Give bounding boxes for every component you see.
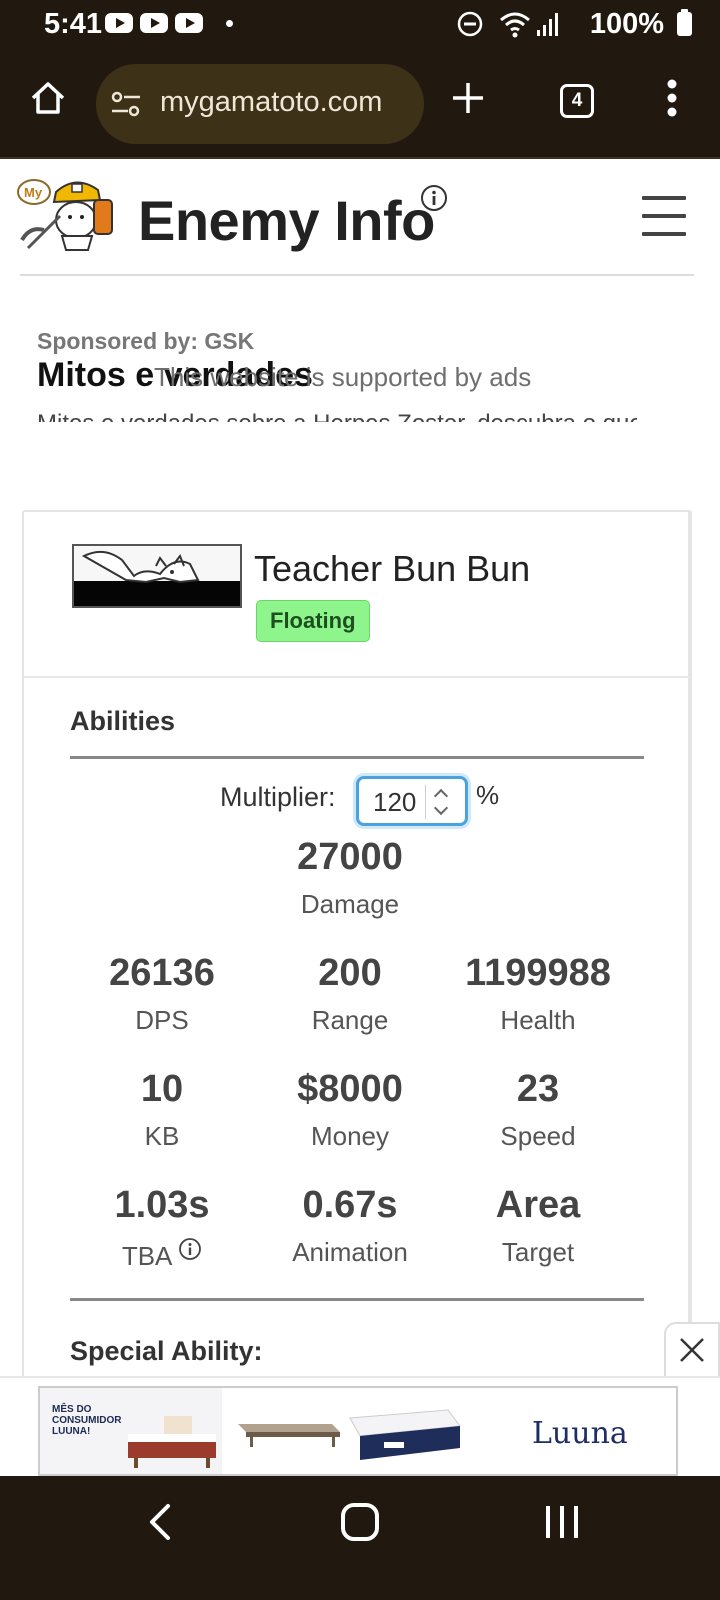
tab-switcher-button[interactable]: 4 <box>560 84 594 118</box>
signal-icon <box>537 13 558 36</box>
do-not-disturb-icon <box>457 11 483 37</box>
stat-label: Speed <box>500 1121 576 1151</box>
youtube-notification-icon <box>105 13 133 33</box>
ad-promo-panel: MÊS DO CONSUMIDOR LUUNA! <box>40 1388 222 1474</box>
ad-snippet: Mitos e verdades sobre a Herpes Zoster, … <box>37 410 637 422</box>
multiplier-label: Multiplier: <box>220 782 336 812</box>
more-notifications-icon <box>226 20 233 27</box>
enemy-name: Teacher Bun Bun <box>254 548 531 589</box>
stat-target: Area Target <box>438 1184 638 1268</box>
stat-damage: 27000 Damage <box>250 836 450 920</box>
more-vert-icon <box>667 79 677 117</box>
home-icon <box>31 82 65 114</box>
stat-value: 27000 <box>297 836 403 878</box>
percent-sign: % <box>476 780 500 810</box>
stat-health: 1199988 Health <box>438 952 638 1036</box>
bed-image <box>128 1416 216 1468</box>
site-menu-button[interactable] <box>642 196 686 236</box>
stat-speed: 23 Speed <box>438 1068 638 1152</box>
battery-icon <box>677 9 692 36</box>
menu-line <box>642 214 686 218</box>
stat-tba: 1.03s TBA <box>62 1184 262 1272</box>
tba-info-icon[interactable] <box>178 1237 202 1261</box>
section-divider <box>70 1298 644 1301</box>
enemy-image <box>72 544 242 608</box>
page-title: Enemy Info <box>138 189 435 252</box>
menu-line <box>642 232 686 236</box>
stat-label: TBA <box>121 1241 171 1271</box>
stat-value: $8000 <box>297 1068 403 1110</box>
ad-sponsor: Sponsored by: GSK <box>37 328 255 354</box>
logo-text: My <box>24 185 43 200</box>
close-ad-button[interactable] <box>664 1322 720 1378</box>
stat-value: 1199988 <box>465 952 611 994</box>
status-time: 5:41 <box>44 8 103 40</box>
chevron-down-icon[interactable] <box>433 800 449 816</box>
youtube-notification-icon <box>175 13 203 33</box>
wifi-icon <box>500 12 530 38</box>
plus-icon <box>453 83 483 113</box>
stat-value: 23 <box>516 1068 560 1110</box>
stat-value: 10 <box>140 1068 184 1110</box>
ad-promo-text: MÊS DO CONSUMIDOR LUUNA! <box>52 1404 122 1437</box>
stat-dps: 26136 DPS <box>62 952 262 1036</box>
stat-value: 1.03s <box>114 1184 210 1226</box>
system-navigation-bar <box>0 1476 720 1600</box>
stat-label: KB <box>144 1121 180 1151</box>
special-ability-title: Special Ability: <box>70 1336 263 1366</box>
stat-value: 26136 <box>109 952 215 994</box>
header-divider <box>20 274 694 276</box>
browser-toolbar: mygamatoto.com 4 <box>0 50 720 159</box>
ad-brand-logo: Luuna <box>532 1416 628 1451</box>
stat-label: Money <box>310 1121 390 1151</box>
sticky-ad[interactable]: MÊS DO CONSUMIDOR LUUNA! Luuna <box>0 1376 720 1476</box>
card-divider <box>24 676 690 678</box>
stat-label: Health <box>500 1005 576 1035</box>
stat-label: DPS <box>135 1005 189 1035</box>
bed-frame-image <box>238 1424 340 1447</box>
mattress-image <box>349 1409 461 1460</box>
stat-money: $8000 Money <box>250 1068 450 1152</box>
stat-label: Range <box>311 1005 389 1035</box>
stat-label: Target <box>501 1237 575 1267</box>
enemy-sprite <box>81 550 200 584</box>
url-text: mygamatoto.com <box>160 86 383 118</box>
home-nav-button[interactable] <box>340 1502 380 1542</box>
recents-button[interactable] <box>542 1502 582 1542</box>
close-icon <box>680 1338 704 1362</box>
address-bar[interactable]: mygamatoto.com <box>96 64 424 144</box>
site-header: My Enemy Info <box>0 160 720 276</box>
stat-kb: 10 KB <box>62 1068 262 1152</box>
section-divider <box>70 756 644 759</box>
site-settings-icon[interactable] <box>110 90 142 118</box>
status-bar: 5:41 100% <box>0 0 720 50</box>
stat-animation: 0.67s Animation <box>250 1184 450 1268</box>
info-icon[interactable] <box>420 184 448 212</box>
stat-value: Area <box>495 1184 581 1226</box>
menu-line <box>642 196 686 200</box>
ad-banner[interactable]: MÊS DO CONSUMIDOR LUUNA! Luuna <box>38 1386 678 1476</box>
stat-range: 200 Range <box>250 952 450 1036</box>
browser-menu-button[interactable] <box>648 74 696 122</box>
stat-value: 0.67s <box>302 1184 398 1226</box>
home-button[interactable] <box>24 74 72 122</box>
trait-badge[interactable]: Floating <box>256 600 370 642</box>
youtube-notification-icon <box>140 13 168 33</box>
back-button[interactable] <box>144 1502 180 1542</box>
abilities-title: Abilities <box>70 706 176 736</box>
multiplier-input[interactable]: 120 <box>356 776 468 826</box>
stat-label: Animation <box>292 1237 408 1267</box>
stat-value: 200 <box>318 952 382 994</box>
multiplier-stepper[interactable] <box>425 785 459 819</box>
ad-support-notice: This website is supported by ads <box>154 362 532 392</box>
stat-label: Damage <box>300 889 400 919</box>
site-logo[interactable]: My <box>16 170 122 256</box>
inline-ad[interactable]: Sponsored by: GSK Mitos e verdades This … <box>0 320 720 430</box>
battery-percent: 100% <box>589 8 664 40</box>
enemy-card: Teacher Bun Bun Floating Abilities Multi… <box>22 510 692 1410</box>
multiplier-value: 120 <box>373 787 417 817</box>
stat-label-row: TBA <box>62 1237 262 1272</box>
new-tab-button[interactable] <box>444 74 492 122</box>
